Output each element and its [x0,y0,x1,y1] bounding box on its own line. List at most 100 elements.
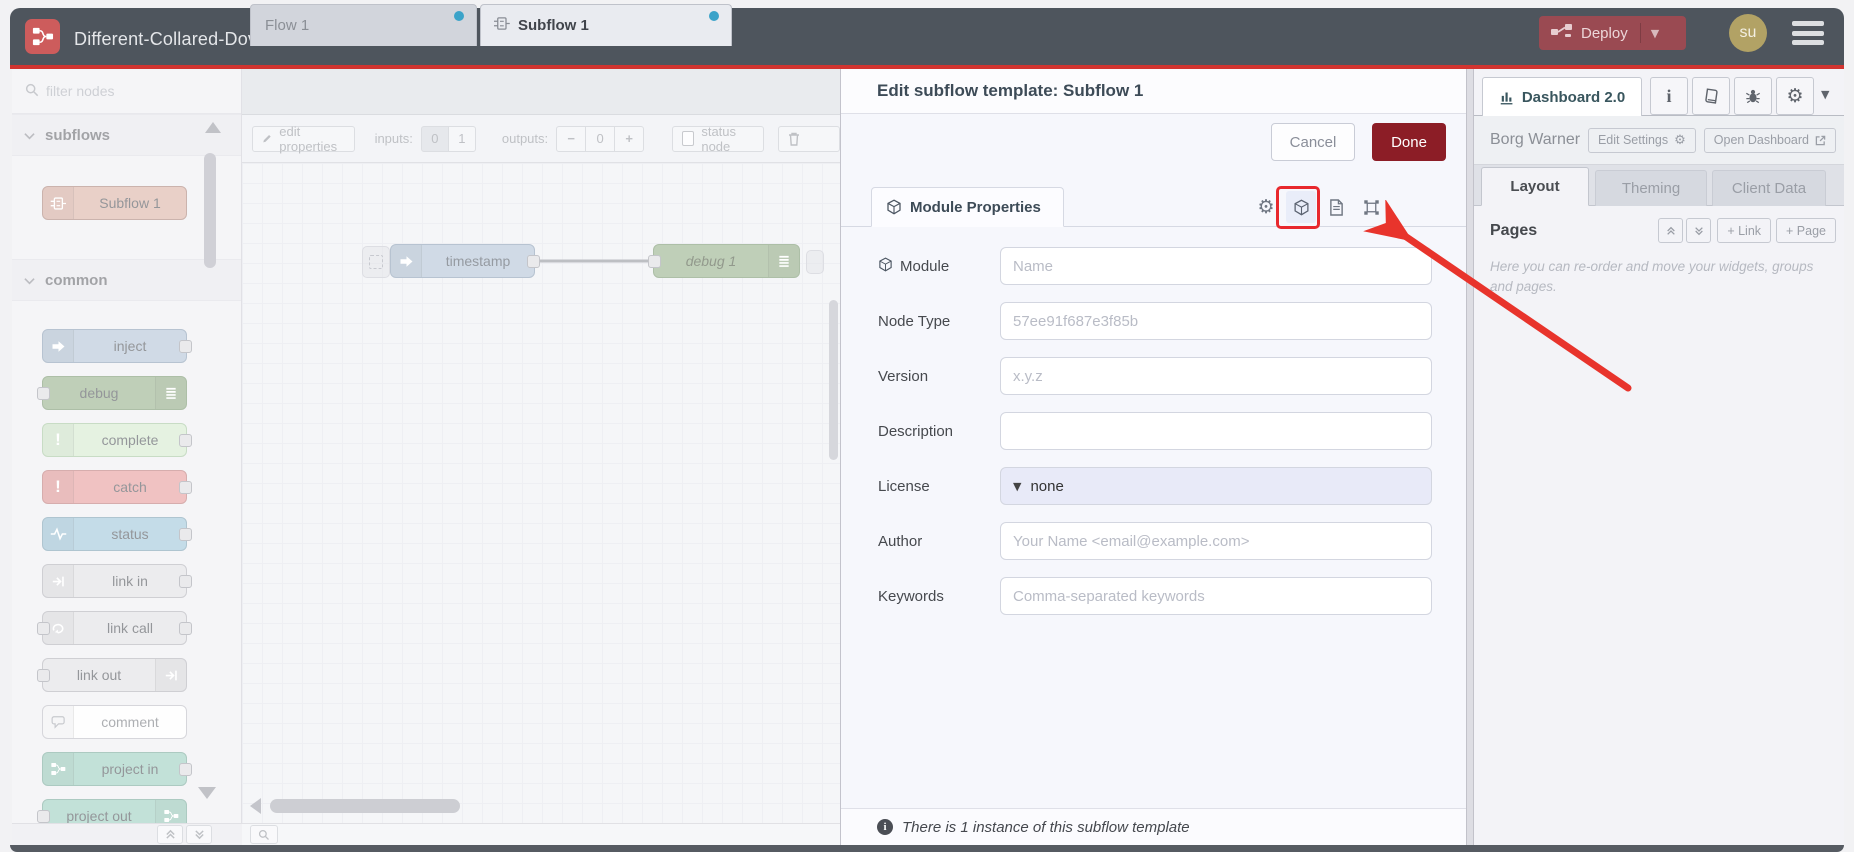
output-port[interactable] [527,255,540,268]
tab-theming[interactable]: Theming [1595,170,1707,206]
appearance-tab-button[interactable] [1356,191,1386,223]
input-port [37,810,50,823]
chevron-down-icon: ▼ [1013,479,1022,493]
palette-node-catch[interactable]: ! catch [42,470,192,504]
tab-layout[interactable]: Layout [1481,167,1589,206]
sidebar-info-tab-button[interactable]: i [1650,77,1688,115]
edit-properties-button[interactable]: edit properties [252,124,355,154]
palette-node-status[interactable]: status [42,517,192,551]
tray-header: Edit subflow template: Subflow 1 [841,69,1466,114]
move-up-button[interactable] [1658,218,1684,243]
zoom-search-button[interactable] [250,825,278,844]
sidebar-resize-handle[interactable] [1466,69,1474,845]
palette-node-subflow-1[interactable]: Subflow 1 [42,186,187,220]
cube-icon [887,199,901,215]
dashboard-subtabs: Layout Theming Client Data [1474,165,1844,206]
edit-properties-tab-button[interactable]: ⚙ [1251,191,1281,223]
sidebar-config-tab-button[interactable]: ⚙ [1776,77,1814,115]
canvas-node-debug-1[interactable]: debug 1 [648,244,800,278]
canvas-horizontal-scrollbar[interactable] [270,799,460,813]
subflow-tab-icon [493,16,510,35]
excl-icon: ! [43,471,74,503]
field-row-keywords: Keywords [878,577,1432,615]
license-dropdown[interactable]: ▼ none [1000,467,1432,505]
outputs-decrease-button[interactable]: − [556,125,587,152]
deploy-button[interactable]: Deploy ▼ [1539,16,1686,50]
input-port[interactable] [648,255,661,268]
palette-node-link-in[interactable]: link in [42,564,192,598]
inputs-0-button[interactable]: 0 [420,125,449,152]
inputs-toggle: 0 1 [420,125,476,152]
tab-subflow-1[interactable]: Subflow 1 [480,4,732,46]
canvas-vertical-scrollbar[interactable] [829,300,838,460]
double-chevron-down-icon [1695,226,1703,235]
tab-module-properties[interactable]: Module Properties [871,187,1064,227]
open-dashboard-button[interactable]: Open Dashboard [1703,127,1836,153]
output-port [179,340,192,353]
node-type-input[interactable] [1000,302,1432,340]
category-header-subflows[interactable]: subflows [12,114,241,156]
tray-tabbar: Module Properties ⚙ [841,182,1466,229]
sidebar-more-tabs-chevron-icon[interactable]: ▼ [1821,88,1829,101]
canvas-scroll-left-icon[interactable] [250,798,261,814]
deploy-options-chevron-icon[interactable]: ▼ [1651,27,1659,40]
move-down-button[interactable] [1686,218,1712,243]
version-input[interactable] [1000,357,1432,395]
flow-canvas[interactable]: timestamp debug 1 [242,163,840,823]
cancel-button[interactable]: Cancel [1271,123,1355,161]
input-port [37,387,50,400]
subflow-input-ghost[interactable] [362,246,390,278]
input-port [37,669,50,682]
expand-all-categories-button[interactable] [186,825,212,844]
field-label-license: License [878,477,930,495]
add-link-button[interactable]: + Link [1717,218,1772,243]
sidebar-debug-tab-button[interactable] [1734,77,1772,115]
subflow-output-ghost[interactable] [806,250,824,274]
done-button[interactable]: Done [1372,123,1446,161]
delete-subflow-button[interactable] [778,125,840,152]
author-input[interactable] [1000,522,1432,560]
description-input[interactable] [1000,412,1432,450]
add-page-button[interactable]: + Page [1776,218,1836,243]
collapse-all-categories-button[interactable] [157,825,183,844]
book-icon [1705,88,1718,104]
link-icon [43,565,74,597]
sidebar-help-tab-button[interactable] [1692,77,1730,115]
output-port [179,763,192,776]
palette-search[interactable]: filter nodes [12,69,241,114]
description-tab-button[interactable] [1321,191,1351,223]
palette-node-link-call[interactable]: link call [37,611,192,645]
flow-1-modified-dot [454,11,464,21]
palette-node-comment[interactable]: comment [42,705,187,739]
palette-node-project-in[interactable]: project in [42,752,192,786]
tab-dashboard-2[interactable]: Dashboard 2.0 [1482,77,1642,116]
inject-icon [43,330,74,362]
tray-buttonbar: Cancel Done [841,114,1466,170]
palette-scroll-down-icon[interactable] [198,787,216,799]
pages-title: Pages [1490,221,1538,239]
outputs-increase-button[interactable]: + [614,125,645,152]
tab-flow-1[interactable]: Flow 1 [250,4,477,46]
main-menu-button[interactable] [1792,21,1824,45]
canvas-node-timestamp[interactable]: timestamp [390,244,540,278]
edit-settings-button[interactable]: Edit Settings ⚙ [1587,127,1696,153]
tray-footer: i There is 1 instance of this subflow te… [841,808,1466,845]
status-node-checkbox[interactable]: status node [672,124,765,154]
tab-client-data[interactable]: Client Data [1712,170,1826,206]
search-icon [25,83,39,100]
workspace-tabstrip [242,69,840,115]
canvas-footer [242,823,840,845]
palette-scroll-up-icon[interactable] [205,122,221,133]
palette-node-complete[interactable]: ! complete [42,423,192,457]
module-input[interactable] [1000,247,1432,285]
gear-icon: ⚙ [1786,85,1804,107]
palette-node-link-out[interactable]: link out [37,658,187,692]
inputs-1-button[interactable]: 1 [447,125,476,152]
user-avatar[interactable]: su [1729,14,1767,52]
module-properties-tab-button[interactable] [1286,191,1316,223]
palette-scrollbar-thumb[interactable] [204,153,216,268]
keywords-input[interactable] [1000,577,1432,615]
palette-node-debug[interactable]: debug [37,376,187,410]
deploy-label: Deploy [1581,24,1628,42]
palette-node-inject[interactable]: inject [42,329,192,363]
